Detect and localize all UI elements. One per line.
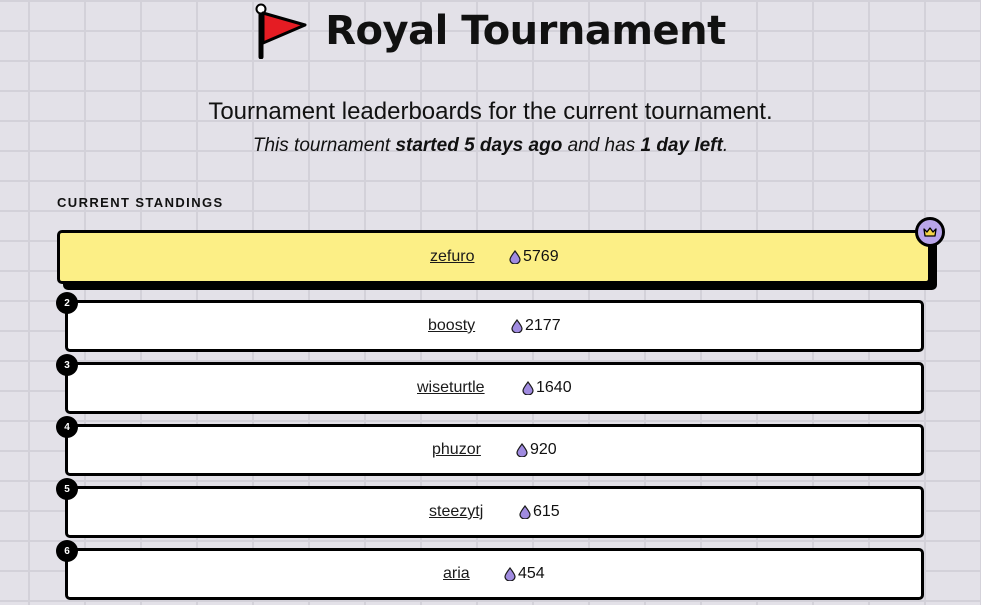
drop-icon	[519, 505, 531, 519]
player-score: 454	[504, 565, 545, 583]
entry-score-wrap: 5769	[509, 233, 559, 281]
entry-name-wrap: wiseturtle	[417, 365, 485, 411]
player-score-value: 920	[530, 441, 557, 458]
timing-prefix: This tournament	[252, 135, 396, 156]
player-score-value: 2177	[525, 317, 561, 334]
timing-left: 1 day left	[640, 135, 723, 156]
entry-score-wrap: 2177	[511, 303, 561, 349]
player-score: 920	[516, 441, 557, 459]
tournament-timing-text: This tournament started 5 days ago and h…	[0, 135, 981, 157]
entry-name-wrap: steezytj	[429, 489, 483, 535]
entry-score-wrap: 615	[519, 489, 560, 535]
player-link[interactable]: steezytj	[429, 503, 483, 521]
entry-score-wrap: 454	[504, 551, 545, 597]
player-link[interactable]: wiseturtle	[417, 379, 485, 397]
player-score-value: 454	[518, 565, 545, 582]
entry-score-wrap: 920	[516, 427, 557, 473]
leaderboard-row-1: zefuro 5769	[57, 230, 931, 284]
player-link[interactable]: phuzor	[432, 441, 481, 459]
timing-suffix: .	[722, 135, 729, 156]
rank-badge: 4	[56, 416, 78, 438]
page-subtitle: Tournament leaderboards for the current …	[208, 98, 773, 125]
timing-middle: and has	[562, 135, 641, 156]
timing-started: started 5 days ago	[395, 135, 563, 156]
rank-badge: 3	[56, 354, 78, 376]
player-score: 2177	[511, 317, 561, 335]
leaderboard-row-5: steezytj 615	[65, 486, 924, 538]
page-title: Royal Tournament	[325, 8, 726, 54]
entry-name-wrap: aria	[443, 551, 470, 597]
player-score-value: 1640	[536, 379, 572, 396]
rank-badge: 5	[56, 478, 78, 500]
player-score: 5769	[509, 248, 559, 266]
entry-name-wrap: boosty	[428, 303, 475, 349]
drop-icon	[504, 567, 516, 581]
player-link[interactable]: boosty	[428, 317, 475, 335]
player-score: 1640	[522, 379, 572, 397]
drop-icon	[509, 250, 521, 264]
standings-heading: CURRENT STANDINGS	[57, 195, 224, 210]
entry-score-wrap: 1640	[522, 365, 572, 411]
drop-icon	[511, 319, 523, 333]
rank-badge: 6	[56, 540, 78, 562]
leaderboard-row-2: boosty 2177	[65, 300, 924, 352]
player-score-value: 615	[533, 503, 560, 520]
entry-name-wrap: phuzor	[432, 427, 481, 473]
page-header: Royal Tournament	[0, 0, 981, 62]
player-score-value: 5769	[523, 248, 559, 265]
leaderboard-row-4: phuzor 920	[65, 424, 924, 476]
entry-name-wrap: zefuro	[430, 233, 474, 281]
player-link[interactable]: zefuro	[430, 248, 474, 266]
drop-icon	[516, 443, 528, 457]
leaderboard-row-6: aria 454	[65, 548, 924, 600]
player-score: 615	[519, 503, 560, 521]
title-group: Royal Tournament	[255, 3, 726, 59]
leader-badge	[915, 217, 945, 247]
drop-icon	[522, 381, 534, 395]
flag-icon	[255, 3, 307, 59]
player-link[interactable]: aria	[443, 565, 470, 583]
rank-badge: 2	[56, 292, 78, 314]
crown-icon	[923, 227, 937, 237]
leaderboard-row-3: wiseturtle 1640	[65, 362, 924, 414]
